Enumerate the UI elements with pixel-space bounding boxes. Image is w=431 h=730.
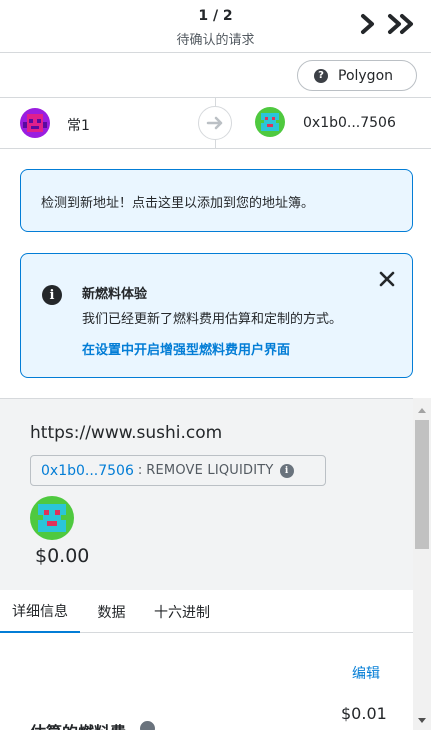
method-name: REMOVE LIQUIDITY (146, 463, 274, 478)
new-address-text: 检测到新地址！点击这里以添加到您的地址簿。 (41, 196, 315, 211)
gas-banner-title: 新燃料体验 (82, 287, 148, 302)
gas-experience-banner: i 新燃料体验 我们已经更新了燃料费用估算和定制的方式。 在设置中开启增强型燃料… (20, 253, 413, 378)
info-icon: i (42, 285, 62, 305)
tab-details[interactable]: 详细信息 (0, 590, 80, 633)
estimated-fee-label: 估算的燃料费 (30, 719, 126, 730)
transaction-summary: https://www.sushi.com 0x1b0...7506 : REM… (0, 398, 413, 590)
scroll-up-icon[interactable] (418, 408, 426, 413)
double-chevron-right-icon[interactable] (386, 12, 416, 36)
gas-banner-description: 我们已经更新了燃料费用估算和定制的方式。 (82, 312, 343, 327)
close-icon[interactable] (379, 271, 395, 287)
enable-enhanced-gas-link[interactable]: 在设置中开启增强型燃料费用户界面 (82, 339, 290, 358)
sender-recipient: 常1 0x1b0...7506 (0, 97, 431, 149)
estimated-fee-value: $0.01 (341, 704, 387, 723)
chevron-right-icon[interactable] (359, 12, 377, 36)
network-display[interactable]: ? Polygon (297, 60, 417, 91)
contract-method: 0x1b0...7506 : REMOVE LIQUIDITY i (30, 455, 326, 486)
contract-address-link[interactable]: 0x1b0...7506 (41, 463, 134, 479)
scroll-down-icon[interactable] (418, 718, 426, 723)
confirm-page-header: 1 / 2 待确认的请求 (0, 0, 431, 53)
method-separator: : (137, 463, 143, 478)
contract-avatar (30, 496, 74, 540)
network-label: Polygon (338, 67, 394, 84)
sender-name[interactable]: 常1 (67, 115, 90, 135)
site-origin: https://www.sushi.com (30, 423, 223, 443)
info-icon[interactable] (140, 721, 155, 730)
recipient-address[interactable]: 0x1b0...7506 (303, 115, 396, 131)
edit-gas-button[interactable]: 编辑 (352, 663, 380, 683)
info-icon[interactable]: i (279, 463, 294, 478)
tab-hex[interactable]: 十六进制 (143, 590, 221, 633)
scrollbar-thumb[interactable] (415, 420, 429, 549)
tab-data[interactable]: 数据 (80, 590, 143, 633)
question-icon: ? (314, 68, 328, 83)
sender-avatar (20, 108, 50, 138)
transaction-amount: $0.00 (35, 545, 90, 567)
arrow-right-icon (198, 106, 232, 140)
recipient-avatar (255, 107, 285, 137)
detail-tabs: 详细信息 数据 十六进制 (0, 590, 413, 633)
new-address-banner[interactable]: 检测到新地址！点击这里以添加到您的地址簿。 (20, 169, 413, 232)
